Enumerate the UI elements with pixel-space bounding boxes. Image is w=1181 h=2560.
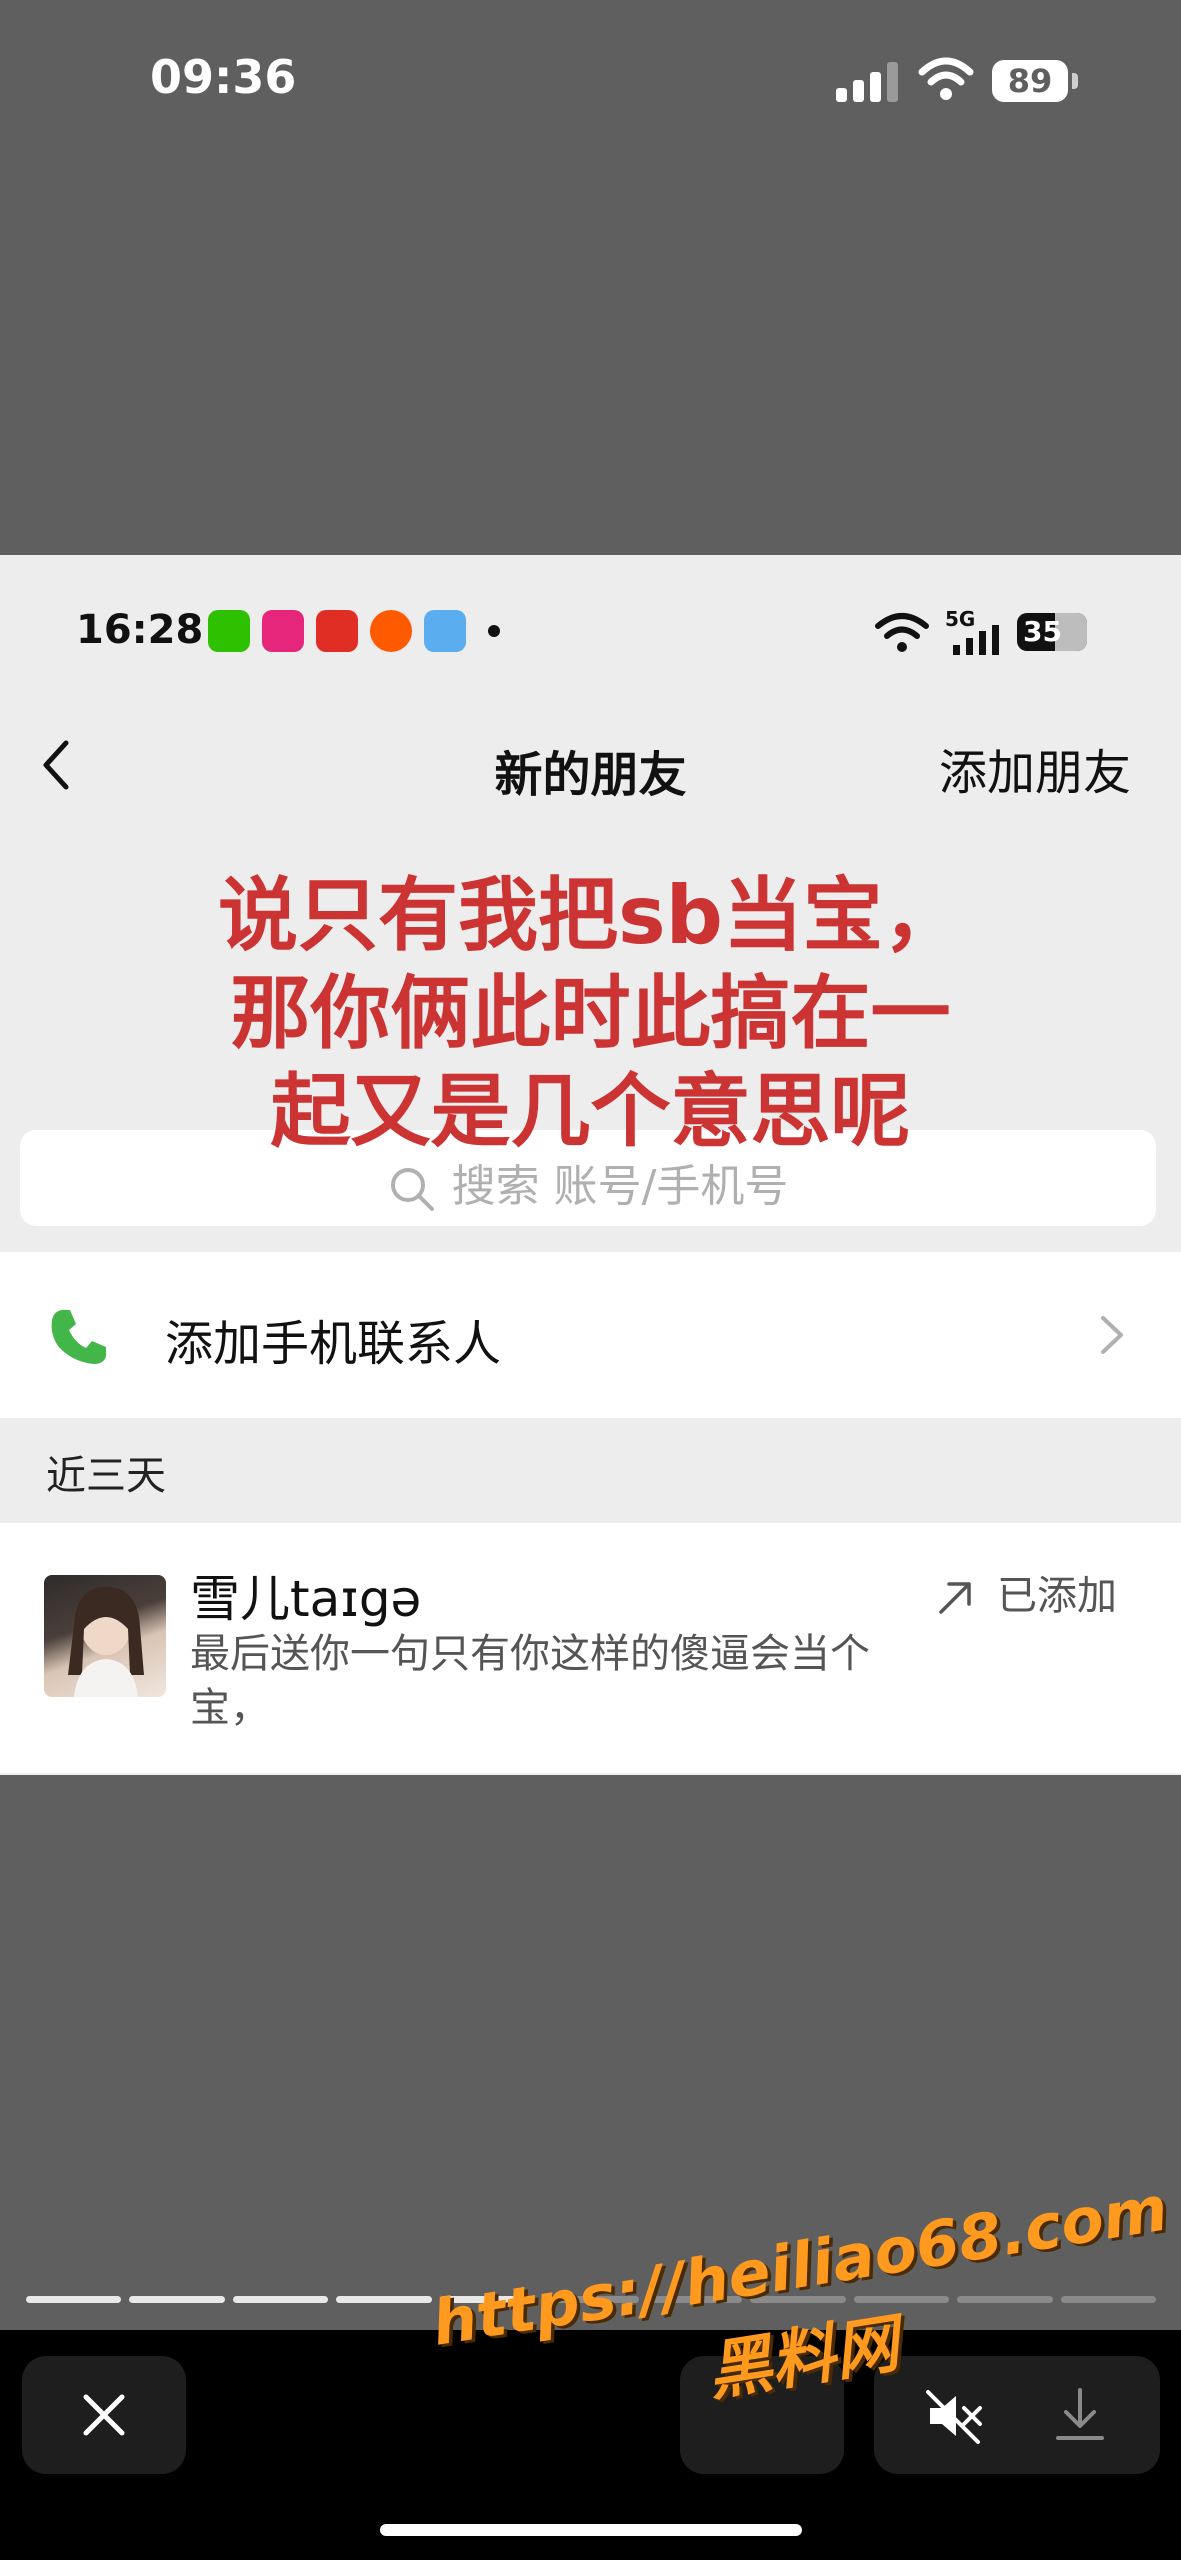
wechat-new-friends-screen: 16:28 5G 35 新的朋友 添加朋友 说只有我把sb当宝， 那你俩此时此搞… [0,555,1181,1775]
vipshop-app-icon [262,610,304,652]
inner-battery-level: 35 [1023,615,1062,648]
taobao-app-icon [370,610,412,652]
navigation-bar: 新的朋友 添加朋友 [0,705,1181,825]
inner-clock: 16:28 [76,607,204,653]
inner-cellular-signal-icon [953,625,1003,655]
more-notifications-dot [488,625,500,637]
progress-segment [336,2296,432,2303]
outer-battery-icon: 89 [992,60,1078,102]
search-input[interactable]: 搜索 账号/手机号 [20,1130,1156,1226]
friend-name: 雪儿taɪgə [190,1570,422,1628]
inner-battery-icon: 35 [1017,613,1087,651]
notification-icons [208,610,500,652]
progress-segment [646,2296,743,2303]
home-indicator [380,2524,802,2536]
progress-segment [853,2296,950,2303]
added-status: 已添加 [935,1563,1117,1621]
section-header: 近三天 [46,1453,166,1499]
friend-request-item[interactable]: 雪儿taɪgə 最后送你一句只有你这样的傻逼会当个宝， 已添加 [0,1523,1181,1773]
progress-segment [232,2296,329,2303]
wifi-icon [918,57,974,100]
download-icon[interactable] [1050,2384,1110,2446]
progress-segment [129,2296,225,2303]
chevron-right-icon [1101,1316,1123,1354]
close-icon [83,2394,125,2436]
weather-app-icon [424,610,466,652]
friend-request-message: 最后送你一句只有你这样的傻逼会当个宝， [190,1631,870,1731]
share-button[interactable] [680,2356,844,2474]
caption-line: 说只有我把sb当宝， [218,869,963,962]
add-phone-contacts-row[interactable]: 添加手机联系人 [0,1252,1181,1418]
progress-segment [543,2296,639,2303]
outer-status-bar: 09:36 89 [0,0,1181,160]
mute-icon[interactable] [924,2386,984,2446]
arrow-up-right-icon [939,1582,971,1614]
search-icon [390,1168,434,1211]
close-button[interactable] [22,2356,186,2474]
avatar[interactable] [44,1575,166,1697]
progress-segment [439,2296,536,2303]
search-placeholder: 搜索 账号/手机号 [451,1161,789,1212]
phone-icon [51,1310,106,1364]
wechat-app-icon [208,610,250,652]
add-phone-contacts-label: 添加手机联系人 [165,1316,502,1372]
inner-wifi-icon [875,613,929,652]
inner-status-bar: 16:28 5G 35 [0,555,1181,705]
cellular-signal-icon [836,62,898,102]
caption-line: 那你俩此时此搞在一 [230,967,951,1060]
progress-segment [1060,2296,1156,2303]
progress-segment [26,2296,122,2303]
add-friend-button[interactable]: 添加朋友 [939,733,1131,803]
media-controls [874,2356,1160,2474]
outer-clock: 09:36 [150,50,297,104]
inner-status-right: 5G 35 [875,607,1105,657]
overlay-caption: 说只有我把sb当宝， 那你俩此时此搞在一 起又是几个意思呢 [0,867,1181,1161]
pinduoduo-app-icon [316,610,358,652]
story-progress-bar [26,2296,1156,2303]
added-status-label: 已添加 [997,1573,1117,1619]
progress-segment [957,2296,1053,2303]
progress-segment [750,2296,846,2303]
